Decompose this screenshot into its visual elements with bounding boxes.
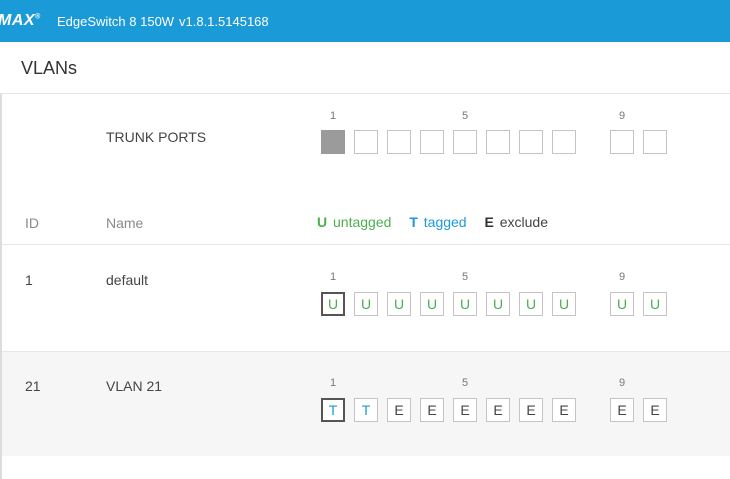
product-name: EdgeSwitch 8 150W <box>57 14 175 29</box>
trunk-port-toggle-5[interactable] <box>453 130 477 154</box>
legend-untagged-label: untagged <box>333 214 392 230</box>
vlan-port-mode-2[interactable]: T <box>354 398 378 422</box>
vlan-port-mode-3[interactable]: U <box>387 292 411 316</box>
trunk-port-toggle-1[interactable] <box>321 130 345 154</box>
vlan-port-mode-1[interactable]: T <box>321 398 345 422</box>
port-number-label: 9 <box>618 271 626 283</box>
vlan-port-mode-10[interactable]: U <box>643 292 667 316</box>
port-number-label: 5 <box>461 110 469 122</box>
vlan-port-mode-5[interactable]: E <box>453 398 477 422</box>
vlan-port-mode-4[interactable]: E <box>420 398 444 422</box>
legend-exclude-label: exclude <box>499 214 548 230</box>
brand-logo[interactable]: MAX® <box>0 12 41 30</box>
vlan-port-mode-6[interactable]: E <box>486 398 510 422</box>
port-number-label: 1 <box>329 110 337 122</box>
trunk-port-toggle-8[interactable] <box>552 130 576 154</box>
column-name-header: Name <box>106 215 144 231</box>
vlan-port-mode-9[interactable]: U <box>610 292 634 316</box>
logo-text: MAX <box>0 12 36 29</box>
vlan-port-mode-9[interactable]: E <box>610 398 634 422</box>
port-number-label: 9 <box>618 110 626 122</box>
legend-tagged-key: T <box>409 214 418 230</box>
vlan-port-mode-1[interactable]: U <box>321 292 345 316</box>
port-number-label: 5 <box>461 271 469 283</box>
vlan-port-mode-8[interactable]: U <box>552 292 576 316</box>
vlan-port-mode-10[interactable]: E <box>643 398 667 422</box>
legend-exclude-key: E <box>484 214 494 230</box>
vlan-port-mode-2[interactable]: U <box>354 292 378 316</box>
port-number-label: 9 <box>618 377 626 389</box>
vlan-port-mode-8[interactable]: E <box>552 398 576 422</box>
firmware-version: v1.8.1.5145168 <box>179 14 269 29</box>
port-number-label: 1 <box>329 271 337 283</box>
trunk-port-toggle-2[interactable] <box>354 130 378 154</box>
trunk-ports-label: TRUNK PORTS <box>106 129 207 145</box>
page-header: VLANs <box>0 42 730 94</box>
vlan-name[interactable]: default <box>106 272 148 288</box>
legend-untagged-key: U <box>317 214 328 230</box>
column-id-header: ID <box>25 215 39 231</box>
trunk-port-toggle-10[interactable] <box>643 130 667 154</box>
vlan-port-mode-7[interactable]: E <box>519 398 543 422</box>
vlan-port-mode-7[interactable]: U <box>519 292 543 316</box>
legend-tagged-label: tagged <box>423 214 467 230</box>
trunk-port-toggle-3[interactable] <box>387 130 411 154</box>
vlan-id: 1 <box>25 272 33 288</box>
vlan-name[interactable]: VLAN 21 <box>106 378 162 394</box>
port-mode-legend: U untagged T tagged E exclude <box>317 214 550 230</box>
vlan-id: 21 <box>25 378 41 394</box>
trunk-port-toggle-6[interactable] <box>486 130 510 154</box>
trunk-port-toggle-4[interactable] <box>420 130 444 154</box>
top-bar: MAX® EdgeSwitch 8 150W v1.8.1.5145168 <box>0 0 730 42</box>
logo-mark: ® <box>35 13 41 21</box>
trunk-port-toggle-9[interactable] <box>610 130 634 154</box>
vlan-port-mode-4[interactable]: U <box>420 292 444 316</box>
port-number-label: 5 <box>461 377 469 389</box>
port-number-label: 1 <box>329 377 337 389</box>
trunk-port-toggle-7[interactable] <box>519 130 543 154</box>
page-title: VLANs <box>21 58 78 78</box>
vlan-port-mode-3[interactable]: E <box>387 398 411 422</box>
vlan-port-mode-6[interactable]: U <box>486 292 510 316</box>
vlan-port-mode-5[interactable]: U <box>453 292 477 316</box>
